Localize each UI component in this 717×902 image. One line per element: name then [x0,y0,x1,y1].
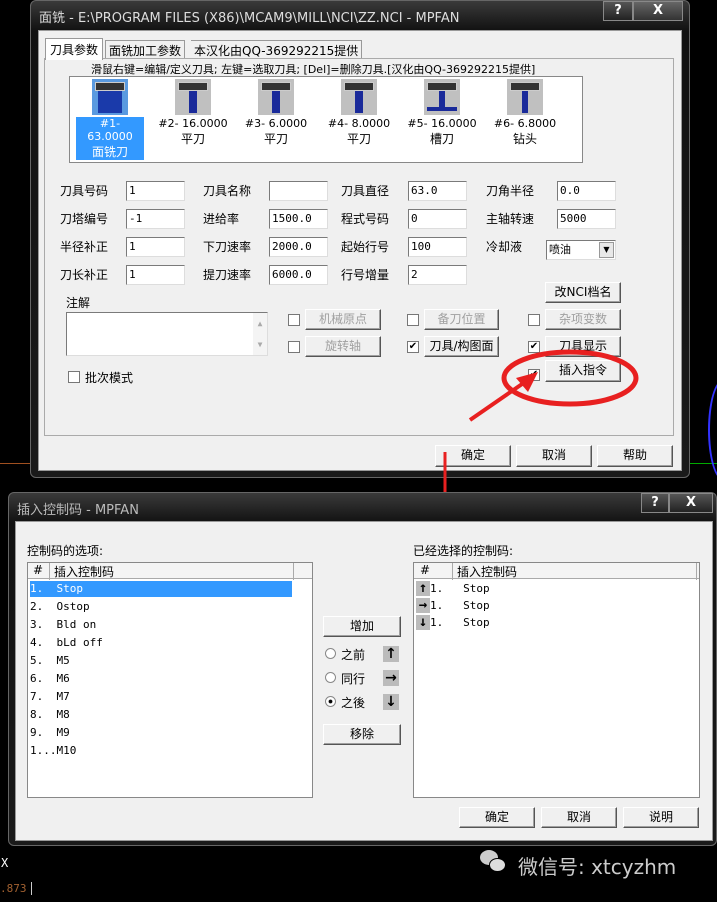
list-item[interactable]: 1. Stop [30,581,292,597]
code-text: 1. Stop [430,599,490,612]
list-item[interactable]: 8. M8 [30,707,70,723]
after-label: 之後 [341,696,366,710]
list-item[interactable]: 5. M5 [30,653,70,669]
before-radio[interactable] [325,648,336,659]
dialog-title: 插入控制码 - MPFAN [17,503,139,518]
explain-button[interactable]: 说明 [623,807,699,828]
col-name[interactable]: 插入控制码 [49,563,294,580]
same-line-radio[interactable] [325,672,336,683]
col-name[interactable]: 插入控制码 [452,563,697,580]
code-options-list[interactable]: # 插入控制码 1. Stop 2. Ostop 3. Bld on 4. bLd… [27,562,313,798]
selected-label: 已经选择的控制码: [413,544,514,558]
tab-tool-params[interactable]: 刀具参数 [45,38,104,60]
arrow-up-icon: ↑ [416,581,430,596]
same-line-label: 同行 [341,672,366,686]
cancel-button[interactable]: 取消 [541,807,617,828]
red-annotation [438,349,639,514]
list-item[interactable]: 7. M7 [30,689,70,705]
list-item[interactable]: ↑ 1. Stop [416,581,490,597]
list-item[interactable]: 3. Bld on [30,617,96,633]
arrow-right-icon: → [383,670,399,686]
help-button[interactable]: ? [641,493,669,513]
list-item[interactable]: 1...M10 [30,743,76,759]
arrow-head [516,372,538,392]
arrow-down-icon: ↓ [383,694,399,710]
arrow-up-icon: ↑ [383,646,399,662]
wechat-icon [480,850,508,876]
watermark: 微信号: xtcyzhm [518,855,677,879]
col-hash: # [33,563,44,577]
remove-button[interactable]: 移除 [323,724,401,745]
list-item[interactable]: 9. M9 [30,725,70,741]
list-item[interactable]: ↓ 1. Stop [416,615,490,631]
list-item[interactable]: → 1. Stop [416,598,490,614]
after-radio[interactable] [325,696,336,707]
code-text: 1. Stop [430,582,490,595]
axis-label: X [1,856,9,870]
list-header: # 插入控制码 [28,563,312,580]
col-hash: # [420,563,431,577]
arrow-right-icon: → [416,598,430,613]
selected-codes-list[interactable]: # 插入控制码 ↑ 1. Stop → 1. Stop ↓ 1. Stop [413,562,700,798]
annotation-arrow [468,380,527,422]
options-label: 控制码的选项: [27,544,104,558]
coordinate-readout: .873 [0,882,32,895]
list-item[interactable]: 2. Ostop [30,599,90,615]
list-header: # 插入控制码 [414,563,699,580]
before-label: 之前 [341,648,366,662]
code-text: 1. Stop [430,616,490,629]
ok-button[interactable]: 确定 [459,807,535,828]
list-item[interactable]: 6. M6 [30,671,70,687]
add-button[interactable]: 增加 [323,616,401,637]
arrow-down-icon: ↓ [416,615,430,630]
close-button[interactable]: X [669,493,713,513]
list-item[interactable]: 4. bLd off [30,635,103,651]
